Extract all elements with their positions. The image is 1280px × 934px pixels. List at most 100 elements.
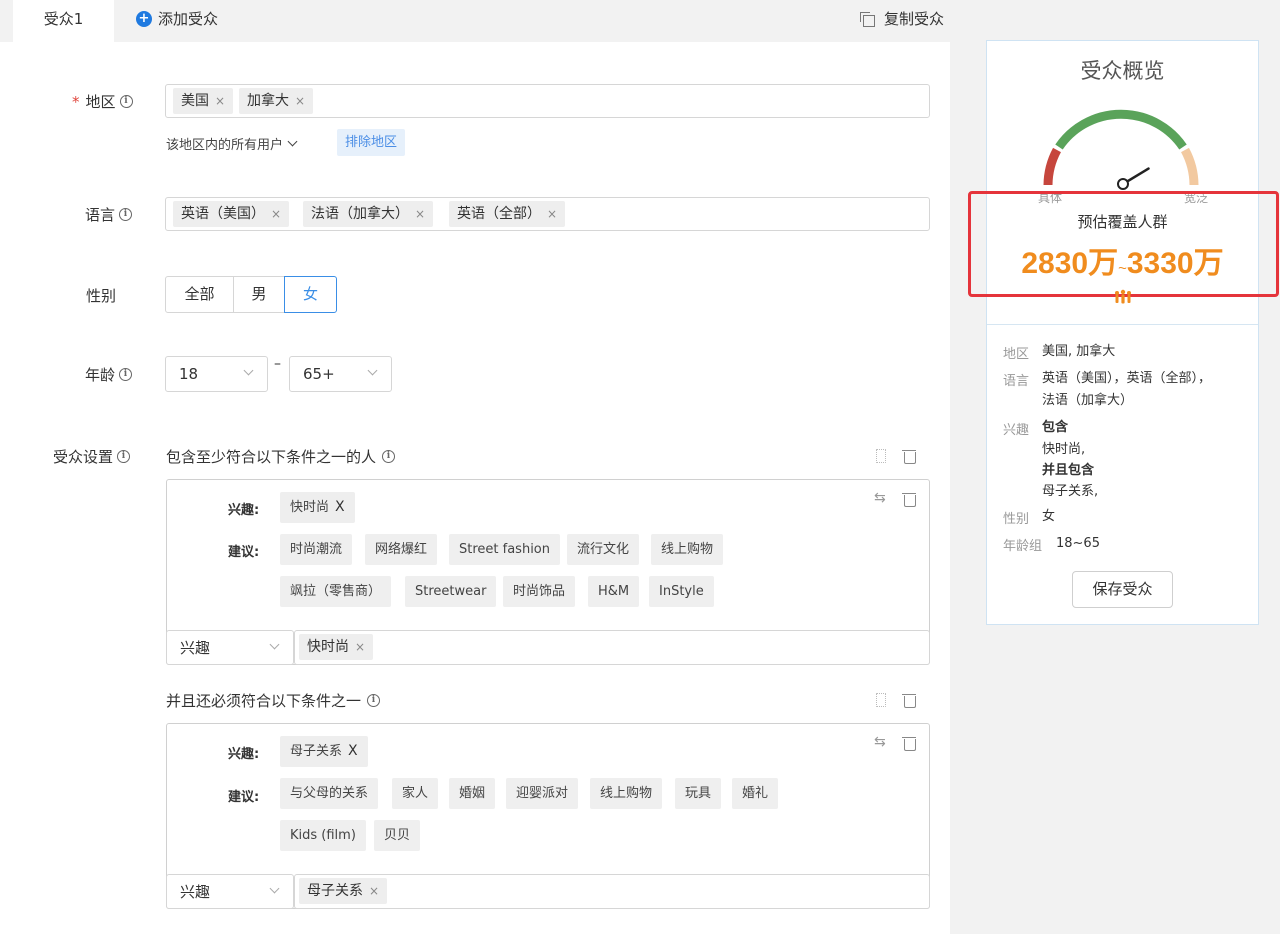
suggestion-tag[interactable]: 迎婴派对 — [506, 778, 579, 809]
summary-language-value-2: 法语（加拿大） — [1042, 393, 1134, 408]
suggestion-tag[interactable]: 婚姻 — [449, 778, 496, 809]
remove-interest-icon[interactable]: X — [335, 499, 345, 515]
remove-chip-icon[interactable]: × — [369, 884, 379, 898]
chevron-down-icon — [287, 136, 298, 147]
remove-chip-icon[interactable]: × — [295, 94, 305, 108]
language-chip: 英语（美国） × — [173, 201, 290, 227]
interest-label: 兴趣: — [228, 747, 260, 762]
chevron-down-icon — [269, 883, 280, 893]
interest-input[interactable]: 母子关系 × — [294, 874, 930, 909]
suggestion-tag[interactable]: 线上购物 — [590, 778, 663, 809]
selected-interest-tag: 快时尚 X — [280, 492, 355, 523]
suggestion-label: 建议: — [228, 545, 260, 560]
language-chip-label: 英语（美国） — [181, 206, 265, 222]
info-icon[interactable]: i — [119, 95, 133, 108]
copy-icon — [860, 12, 875, 27]
age-min-select[interactable]: 18 — [165, 356, 268, 392]
gender-option-female[interactable]: 女 — [284, 276, 337, 313]
suggestion-tag[interactable]: 婚礼 — [732, 778, 779, 809]
gender-option-all[interactable]: 全部 — [165, 276, 234, 313]
suggestion-tag[interactable]: Street fashion — [449, 534, 560, 565]
suggestion-tag[interactable]: 时尚潮流 — [280, 534, 353, 565]
suggestion-tag[interactable]: H&M — [588, 576, 640, 607]
suggestion-tag[interactable]: 家人 — [392, 778, 439, 809]
region-chip: 加拿大 × — [239, 88, 314, 114]
interest-input[interactable]: 快时尚 × — [294, 630, 930, 665]
add-audience-button[interactable]: + 添加受众 — [136, 0, 218, 38]
trash-icon[interactable] — [902, 492, 916, 507]
summary-region-value: 美国, 加拿大 — [1042, 344, 1116, 359]
people-icon — [1115, 289, 1131, 304]
remove-chip-icon[interactable]: × — [415, 207, 425, 221]
suggestion-label: 建议: — [228, 790, 260, 805]
criteria-type-select[interactable]: 兴趣 — [166, 874, 294, 909]
region-scope-label: 该地区内的所有用户 — [166, 138, 284, 153]
estimate-tilde: ~ — [1118, 260, 1127, 277]
selected-interest-tag: 母子关系 X — [280, 736, 368, 767]
audience-settings-label-text: 受众设置 — [53, 448, 114, 466]
summary-interest-2: 母子关系, — [1042, 484, 1099, 499]
estimate-range: 2830万~3330万 — [986, 238, 1259, 282]
exclude-region-button[interactable]: 排除地区 — [337, 129, 406, 156]
trash-icon[interactable] — [902, 736, 916, 751]
chevron-down-icon — [269, 639, 280, 649]
summary-interest-and: 并且包含 — [1042, 463, 1095, 478]
info-icon[interactable]: i — [382, 450, 396, 463]
include-group-title-text: 包含至少符合以下条件之一的人 — [166, 448, 377, 466]
copy-audience-button[interactable]: 复制受众 — [860, 0, 944, 38]
estimate-label: 预估覆盖人群 — [1077, 213, 1168, 231]
region-input[interactable]: 美国 × 加拿大 × — [165, 84, 930, 118]
suggestion-tag[interactable]: 网络爆红 — [365, 534, 438, 565]
duplicate-icon[interactable] — [876, 449, 886, 463]
age-max-select[interactable]: 65+ — [289, 356, 392, 392]
region-chip-label: 加拿大 — [247, 93, 289, 109]
suggestion-tag[interactable]: Kids (film) — [280, 820, 366, 851]
suggestion-tag[interactable]: 与父母的关系 — [280, 778, 379, 809]
age-label: 年龄 i — [85, 364, 133, 385]
remove-chip-icon[interactable]: × — [215, 94, 225, 108]
suggestion-tag[interactable]: 飒拉（零售商） — [280, 576, 392, 607]
info-icon[interactable]: i — [367, 694, 381, 707]
suggestion-tag[interactable]: 流行文化 — [567, 534, 640, 565]
language-chip: 英语（全部） × — [449, 201, 566, 227]
add-audience-label: 添加受众 — [158, 10, 219, 28]
required-mark: * — [72, 92, 80, 111]
info-icon[interactable]: i — [119, 368, 133, 381]
info-icon[interactable]: i — [119, 208, 133, 221]
language-chip-label: 英语（全部） — [457, 206, 541, 222]
criteria-type-value: 兴趣 — [180, 883, 211, 901]
remove-interest-icon[interactable]: X — [348, 743, 358, 759]
suggestion-tag[interactable]: 贝贝 — [374, 820, 421, 851]
criteria-type-select[interactable]: 兴趣 — [166, 630, 294, 665]
gender-option-male[interactable]: 男 — [233, 276, 285, 313]
swap-icon[interactable]: ⇆ — [874, 735, 886, 749]
suggestion-tag[interactable]: Streetwear — [405, 576, 497, 607]
remove-chip-icon[interactable]: × — [547, 207, 557, 221]
save-audience-button[interactable]: 保存受众 — [1072, 571, 1173, 608]
age-min-value: 18 — [179, 365, 199, 383]
trash-icon[interactable] — [902, 693, 916, 708]
suggestion-tag[interactable]: 玩具 — [675, 778, 722, 809]
summary-interest-1: 快时尚, — [1042, 442, 1086, 457]
tab-audience-1[interactable]: 受众1 — [13, 0, 114, 42]
interest-chip-label: 快时尚 — [307, 639, 349, 655]
interest-label: 兴趣: — [228, 503, 260, 518]
remove-chip-icon[interactable]: × — [355, 640, 365, 654]
audience-settings-label: 受众设置 i — [53, 446, 131, 467]
chevron-down-icon — [367, 365, 378, 376]
language-label-text: 语言 — [85, 206, 116, 224]
trash-icon[interactable] — [902, 449, 916, 464]
swap-icon[interactable]: ⇆ — [874, 491, 886, 505]
region-scope-dropdown[interactable]: 该地区内的所有用户 — [166, 134, 298, 153]
gauge-ideal-segment — [1055, 109, 1187, 150]
summary-language-value-1: 英语（美国），英语（全部）， — [1042, 371, 1212, 386]
duplicate-icon[interactable] — [876, 693, 886, 707]
suggestion-tag[interactable]: 时尚饰品 — [503, 576, 576, 607]
language-label: 语言 i — [85, 204, 133, 225]
region-chip: 美国 × — [173, 88, 234, 114]
remove-chip-icon[interactable]: × — [271, 207, 281, 221]
info-icon[interactable]: i — [117, 450, 131, 463]
suggestion-tag[interactable]: InStyle — [649, 576, 714, 607]
suggestion-tag[interactable]: 线上购物 — [651, 534, 724, 565]
language-input[interactable]: 英语（美国） × 法语（加拿大） × 英语（全部） × — [165, 197, 930, 231]
